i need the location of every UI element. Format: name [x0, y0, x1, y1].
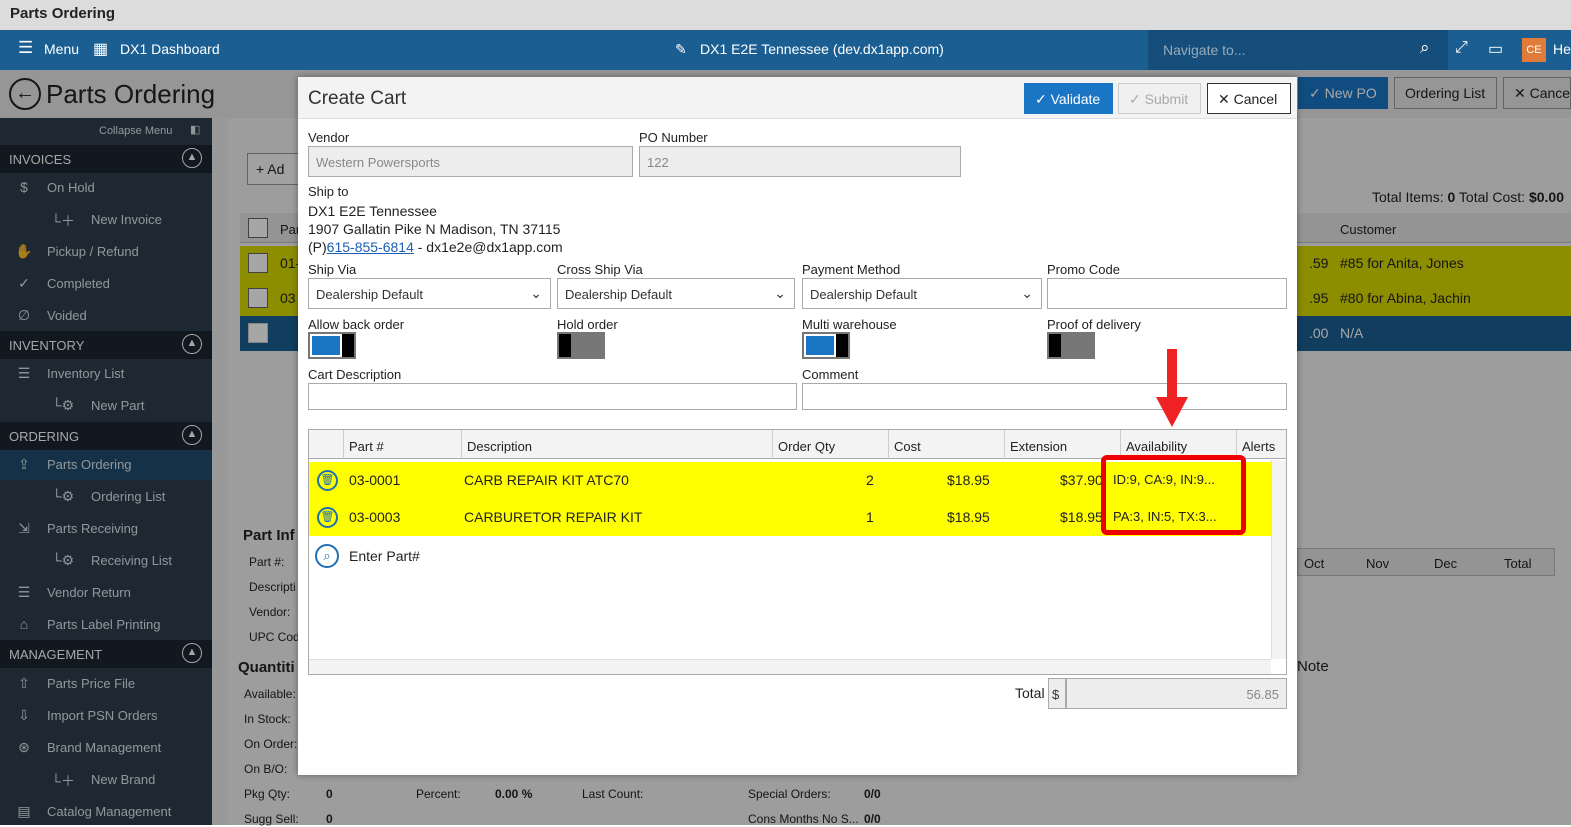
chat-icon[interactable]: ▭	[1488, 39, 1503, 59]
column-order-qty[interactable]: Order Qty	[773, 430, 889, 459]
cross-ship-via-select[interactable]: Dealership Default ⌄	[557, 278, 795, 309]
cross-ship-via-label: Cross Ship Via	[557, 262, 643, 277]
total-field: 56.85	[1066, 678, 1287, 709]
allow-back-order-label: Allow back order	[308, 317, 405, 332]
check-icon: ✓	[1129, 91, 1145, 107]
navigate-search-input[interactable]: Navigate to...	[1148, 30, 1448, 70]
ship-to-name: DX1 E2E Tennessee	[308, 203, 437, 219]
proof-of-delivery-toggle[interactable]	[1047, 332, 1095, 359]
column-cost[interactable]: Cost	[889, 430, 1005, 459]
grid-horizontal-scrollbar[interactable]	[309, 659, 1271, 674]
help-link[interactable]: He	[1553, 41, 1571, 57]
chevron-down-icon: ⌄	[1021, 285, 1033, 301]
cancel-button[interactable]: ✕ Cancel	[1207, 83, 1291, 114]
multi-warehouse-toggle[interactable]	[802, 332, 850, 359]
multi-warehouse-label: Multi warehouse	[802, 317, 897, 332]
menu-button[interactable]: Menu	[44, 41, 79, 57]
payment-method-label: Payment Method	[802, 262, 901, 277]
ship-to-contact: (P)615-855-6814 - dx1e2e@dx1app.com	[308, 239, 563, 255]
hold-order-toggle[interactable]	[557, 332, 605, 359]
submit-button[interactable]: ✓ Submit	[1118, 83, 1201, 114]
check-icon: ✓	[1035, 91, 1051, 107]
search-icon[interactable]: ⌕	[1420, 38, 1430, 58]
dialog-title: Create Cart	[308, 88, 407, 109]
window-title: Parts Ordering	[0, 0, 1571, 30]
ship-to-address: 1907 Gallatin Pike N Madison, TN 37115	[308, 221, 561, 237]
site-name[interactable]: DX1 E2E Tennessee (dev.dx1app.com)	[700, 41, 944, 57]
promo-code-label: Promo Code	[1047, 262, 1120, 277]
search-part-icon[interactable]: ⌕	[315, 544, 339, 568]
trash-icon[interactable]: 🗑	[317, 470, 338, 491]
ship-to-label: Ship to	[308, 184, 349, 199]
chevron-down-icon: ⌄	[530, 285, 542, 301]
dialog-header: Create Cart ✓ Validate ✓ Submit ✕ Cancel	[298, 77, 1297, 119]
cart-description-label: Cart Description	[308, 367, 402, 382]
trash-icon[interactable]: 🗑	[317, 507, 338, 528]
phone-link[interactable]: 615-855-6814	[327, 239, 414, 255]
create-cart-dialog: Create Cart ✓ Validate ✓ Submit ✕ Cancel…	[298, 77, 1297, 775]
grid-vertical-scrollbar[interactable]	[1271, 460, 1286, 659]
close-icon: ✕	[1218, 91, 1234, 107]
ship-via-select[interactable]: Dealership Default ⌄	[308, 278, 551, 309]
total-label: Total	[1015, 685, 1045, 701]
chevron-down-icon: ⌄	[774, 285, 786, 301]
enter-part-input[interactable]: Enter Part#	[349, 548, 420, 564]
vendor-field[interactable]: Western Powersports	[308, 146, 633, 177]
validate-button[interactable]: ✓ Validate	[1024, 83, 1113, 114]
top-nav: ☰ Menu ▦ DX1 Dashboard ✎ DX1 E2E Tenness…	[0, 30, 1571, 70]
allow-back-order-toggle[interactable]	[308, 332, 356, 359]
vendor-label: Vendor	[308, 130, 350, 145]
proof-of-delivery-label: Proof of delivery	[1047, 317, 1141, 332]
po-number-field[interactable]: 122	[639, 146, 961, 177]
comment-input[interactable]	[802, 383, 1287, 410]
pencil-icon[interactable]: ✎	[675, 41, 687, 58]
hamburger-icon[interactable]: ☰	[18, 38, 33, 58]
cart-description-input[interactable]	[308, 383, 797, 410]
annotation-highlight-box	[1101, 455, 1246, 535]
column-part-number[interactable]: Part #	[344, 430, 462, 459]
dashboard-grid-icon[interactable]: ▦	[93, 39, 108, 59]
comment-label: Comment	[802, 367, 859, 382]
column-description[interactable]: Description	[462, 430, 773, 459]
expand-icon[interactable]: ⤢	[1455, 39, 1468, 57]
payment-method-select[interactable]: Dealership Default ⌄	[802, 278, 1042, 309]
currency-symbol: $	[1048, 678, 1066, 709]
annotation-arrow	[1156, 349, 1188, 427]
promo-code-input[interactable]	[1047, 278, 1287, 309]
column-alerts[interactable]: Alerts	[1237, 430, 1286, 459]
dashboard-link[interactable]: DX1 Dashboard	[120, 41, 220, 57]
avatar[interactable]: CE	[1522, 38, 1546, 62]
ship-via-label: Ship Via	[308, 262, 357, 277]
po-number-label: PO Number	[639, 130, 708, 145]
hold-order-label: Hold order	[557, 317, 618, 332]
